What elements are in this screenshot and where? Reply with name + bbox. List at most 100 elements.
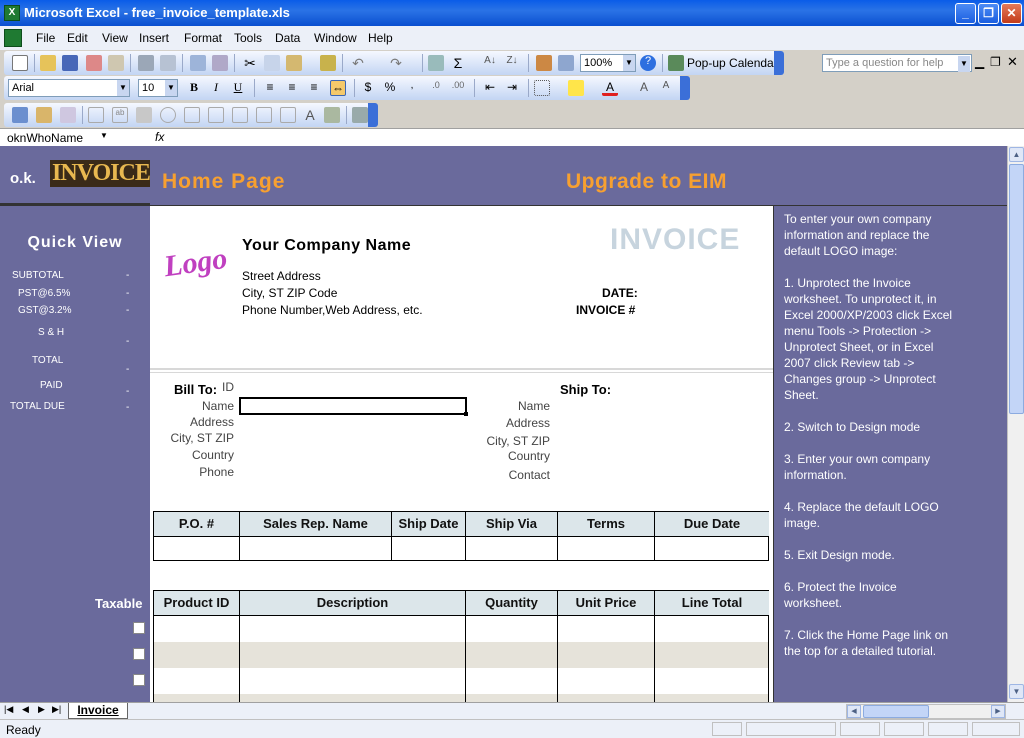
po-cell[interactable] <box>154 537 240 561</box>
city-state-zip[interactable]: City, ST ZIP Code <box>242 286 337 300</box>
taxable-checkbox[interactable] <box>133 648 145 660</box>
undo-icon[interactable]: ↶ <box>350 55 366 71</box>
scroll-down-icon[interactable]: ▼ <box>1009 684 1024 699</box>
home-page-link[interactable]: Home Page <box>162 170 285 194</box>
view-code-icon[interactable] <box>60 107 76 123</box>
toolbar-options-icon[interactable] <box>368 103 378 127</box>
grow-font-icon[interactable]: A <box>636 80 652 96</box>
sort-ascending-icon[interactable]: A↓ <box>482 55 498 71</box>
close-button[interactable]: ✕ <box>1001 3 1022 24</box>
percent-icon[interactable]: % <box>382 80 398 96</box>
street-address[interactable]: Street Address <box>242 269 321 283</box>
menu-help[interactable]: Help <box>368 31 393 45</box>
decrease-indent-icon[interactable]: ⇤ <box>482 80 498 96</box>
autosum-icon[interactable]: Σ <box>450 55 466 71</box>
ship-via-cell[interactable] <box>466 537 558 561</box>
name-box[interactable]: oknWhoName <box>2 130 112 146</box>
toolbar-options-icon[interactable] <box>774 51 784 75</box>
app-close-icon[interactable]: ✕ <box>1007 54 1018 70</box>
hscroll-thumb[interactable] <box>863 705 929 718</box>
scroll-left-icon[interactable]: ◀ <box>847 705 861 718</box>
align-left-icon[interactable]: ≡ <box>262 80 278 96</box>
label-control-icon[interactable]: A <box>302 107 318 123</box>
drawing-icon[interactable] <box>558 55 574 71</box>
scrollbar-control-icon[interactable] <box>280 107 296 123</box>
prev-sheet-icon[interactable]: ◀ <box>22 704 29 715</box>
first-sheet-icon[interactable]: |◀ <box>4 704 13 715</box>
help-icon[interactable]: ? <box>640 55 656 71</box>
vertical-scrollbar[interactable]: ▲ ▼ <box>1007 146 1024 702</box>
borders-icon[interactable] <box>534 80 550 96</box>
decrease-decimal-icon[interactable]: .00 <box>450 80 466 96</box>
calendar-icon[interactable] <box>668 55 684 71</box>
menu-edit[interactable]: Edit <box>67 31 88 45</box>
increase-indent-icon[interactable]: ⇥ <box>504 80 520 96</box>
taxable-checkbox[interactable] <box>133 622 145 634</box>
font-select[interactable]: Arial ▼ <box>8 79 130 97</box>
last-sheet-icon[interactable]: ▶| <box>52 704 61 715</box>
fill-color-icon[interactable] <box>568 80 584 96</box>
chart-wizard-icon[interactable] <box>536 55 552 71</box>
listbox-control-icon[interactable] <box>184 107 200 123</box>
toggle-control-icon[interactable] <box>232 107 248 123</box>
restore-button[interactable]: ❐ <box>978 3 999 24</box>
open-icon[interactable] <box>40 55 56 71</box>
help-dropdown-icon[interactable]: ▼ <box>958 56 970 72</box>
button-control-icon[interactable] <box>136 107 152 123</box>
spin-control-icon[interactable] <box>256 107 272 123</box>
underline-icon[interactable]: U <box>230 80 246 96</box>
popup-calendar-button[interactable]: Pop-up Calendar <box>687 56 778 70</box>
tab-invoice[interactable]: Invoice <box>68 703 128 719</box>
scroll-up-icon[interactable]: ▲ <box>1009 147 1024 162</box>
print-icon[interactable] <box>138 55 154 71</box>
company-name[interactable]: Your Company Name <box>242 237 411 255</box>
menu-format[interactable]: Format <box>184 31 222 45</box>
minimize-button[interactable]: _ <box>955 3 976 24</box>
due-date-cell[interactable] <box>655 537 768 561</box>
font-color-icon[interactable]: A <box>602 80 618 96</box>
properties-icon[interactable] <box>36 107 52 123</box>
cut-icon[interactable]: ✂ <box>242 55 258 71</box>
next-sheet-icon[interactable]: ▶ <box>38 704 45 715</box>
format-painter-icon[interactable] <box>320 55 336 71</box>
italic-icon[interactable]: I <box>208 80 224 96</box>
menu-view[interactable]: View <box>102 31 128 45</box>
bold-icon[interactable]: B <box>186 80 202 96</box>
fx-icon[interactable]: fx <box>155 130 164 144</box>
paste-icon[interactable] <box>286 55 302 71</box>
copy-icon[interactable] <box>264 55 280 71</box>
permission-icon[interactable] <box>86 55 102 71</box>
save-icon[interactable] <box>62 55 78 71</box>
print-preview-icon[interactable] <box>160 55 176 71</box>
research-icon[interactable] <box>212 55 228 71</box>
menu-insert[interactable]: Insert <box>139 31 169 45</box>
terms-cell[interactable] <box>558 537 655 561</box>
toolbar-options-icon[interactable] <box>680 76 690 100</box>
scroll-thumb[interactable] <box>1009 164 1024 414</box>
sales-rep-cell[interactable] <box>240 537 392 561</box>
shrink-font-icon[interactable]: A <box>658 80 674 96</box>
redo-icon[interactable]: ↷ <box>388 55 404 71</box>
currency-icon[interactable]: $ <box>360 80 376 96</box>
new-icon[interactable] <box>12 55 28 71</box>
zoom-select[interactable]: 100% ▼ <box>580 54 636 72</box>
phone-web[interactable]: Phone Number,Web Address, etc. <box>242 303 423 317</box>
image-control-icon[interactable] <box>324 107 340 123</box>
company-logo[interactable]: Logo <box>154 238 229 310</box>
menu-file[interactable]: File <box>36 31 55 45</box>
align-center-icon[interactable]: ≡ <box>284 80 300 96</box>
comma-icon[interactable]: , <box>404 80 420 96</box>
hyperlink-icon[interactable] <box>428 55 444 71</box>
table-row[interactable] <box>154 616 768 642</box>
app-minimize-icon[interactable]: ▁ <box>975 55 984 69</box>
taxable-checkbox[interactable] <box>133 674 145 686</box>
sort-descending-icon[interactable]: Z↓ <box>504 55 520 71</box>
bill-name-input[interactable] <box>239 397 467 415</box>
table-row[interactable] <box>154 668 768 694</box>
spelling-icon[interactable] <box>190 55 206 71</box>
merge-center-icon[interactable]: ⇔ <box>330 80 346 96</box>
workbook-icon[interactable] <box>4 29 22 47</box>
table-row[interactable] <box>154 694 768 702</box>
chevron-down-icon[interactable]: ▼ <box>100 131 108 140</box>
scroll-right-icon[interactable]: ▶ <box>991 705 1005 718</box>
